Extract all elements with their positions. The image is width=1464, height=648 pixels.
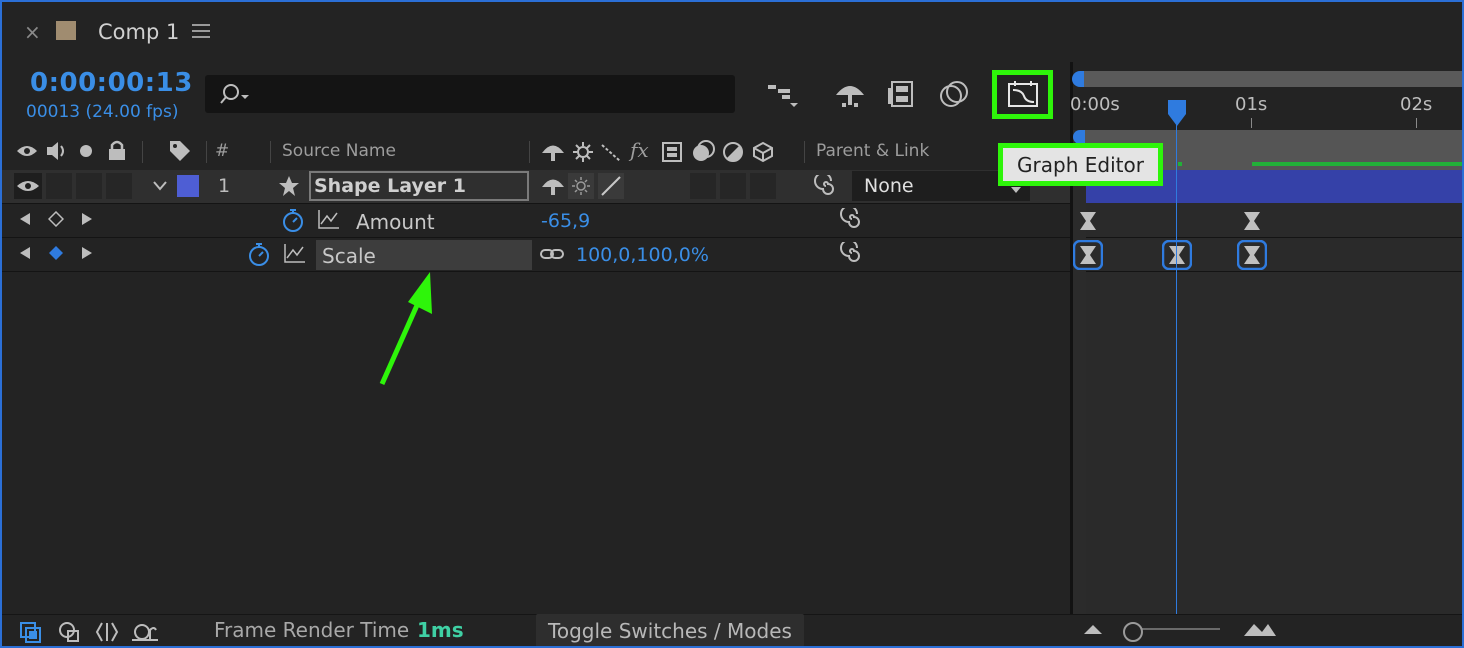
keyframe-active-icon[interactable] [48, 245, 64, 261]
scale-next-keyframe-icon[interactable] [80, 246, 94, 260]
in-out-pane-icon[interactable] [94, 620, 120, 644]
layer-visibility-toggle[interactable] [14, 173, 42, 199]
layer-number: 1 [218, 175, 231, 197]
property-value-scale[interactable]: 100,0,100,0% [576, 244, 709, 266]
property-name-scale[interactable]: Scale [322, 244, 376, 268]
layer-3d-switch[interactable] [750, 173, 776, 199]
constrain-proportions-icon[interactable] [539, 244, 565, 264]
search-input[interactable] [205, 75, 735, 113]
graph-editor-tooltip: Graph Editor [998, 143, 1163, 186]
effects-switch-label: fx [630, 138, 649, 162]
keyframe-scale-1[interactable] [1162, 240, 1192, 270]
chevron-down-icon[interactable] [152, 179, 168, 193]
work-area-bar[interactable] [1084, 71, 1462, 87]
collapse-switch-icon [573, 142, 593, 162]
add-keyframe-icon[interactable] [48, 211, 64, 227]
eye-icon [17, 181, 39, 191]
ruler-label-0: 0:00s [1070, 94, 1120, 115]
graph-editor-icon [1007, 80, 1038, 107]
keyframe-amount-1[interactable] [1242, 210, 1262, 232]
graph-icon[interactable] [317, 208, 341, 230]
frame-count-display: 00013 (24.00 fps) [26, 102, 179, 122]
label-tag-icon [170, 141, 190, 161]
layer-label-color[interactable] [177, 175, 199, 197]
audio-icon [47, 142, 64, 160]
layer-shy-switch-icon[interactable] [540, 175, 566, 197]
layer-audio-toggle[interactable] [46, 173, 72, 199]
work-area-start-handle[interactable] [1072, 71, 1084, 87]
pick-whip-icon[interactable] [814, 175, 838, 197]
transfer-controls-pane-icon[interactable] [57, 620, 83, 644]
quality-line-icon [601, 176, 621, 196]
zoom-slider-track[interactable] [1130, 628, 1220, 630]
amount-pick-whip-icon[interactable] [840, 208, 864, 230]
property-name-amount[interactable]: Amount [356, 210, 435, 234]
current-time-display[interactable]: 0:00:00:13 [30, 68, 193, 98]
zoom-in-icon[interactable] [1242, 620, 1278, 638]
adjustment-layer-icon [723, 142, 743, 162]
zoom-out-icon[interactable] [1082, 622, 1104, 636]
motion-blur-switch-icon [693, 140, 715, 161]
scale-pick-whip-icon[interactable] [840, 242, 864, 264]
scale-prev-keyframe-icon[interactable] [18, 246, 32, 260]
layer-motion-blur-switch[interactable] [690, 173, 716, 199]
column-header-source-name[interactable]: Source Name [282, 141, 396, 161]
prev-keyframe-icon[interactable] [18, 212, 32, 226]
panel-menu-icon[interactable] [192, 24, 210, 42]
keyframe-amount-0[interactable] [1078, 210, 1098, 232]
layer-lock-toggle[interactable] [106, 173, 132, 199]
frame-render-time-label: Frame Render Time [214, 618, 410, 642]
stopwatch-icon[interactable] [281, 207, 305, 233]
graph-editor-button[interactable] [992, 70, 1053, 119]
3d-layer-icon [753, 141, 773, 163]
draft-3d-icon[interactable] [763, 76, 801, 112]
panel-tab-bar [2, 2, 1462, 62]
ruler-label-1: 01s [1235, 94, 1268, 115]
layer-name[interactable]: Shape Layer 1 [314, 175, 466, 197]
solo-icon [80, 145, 92, 157]
motion-blur-icon[interactable] [935, 76, 973, 112]
layer-solo-toggle[interactable] [76, 173, 102, 199]
shy-switch-icon [542, 145, 564, 161]
layer-adjustment-switch[interactable] [720, 173, 746, 199]
keyframe-rows[interactable] [1086, 203, 1462, 614]
close-tab-button[interactable]: × [24, 20, 41, 44]
quality-switch-icon [601, 144, 621, 162]
frame-blending-icon[interactable] [883, 76, 921, 112]
layer-quality-switch[interactable] [598, 173, 624, 199]
keyframe-scale-2[interactable] [1237, 240, 1267, 270]
scale-stopwatch-icon[interactable] [247, 241, 271, 267]
scale-graph-icon[interactable] [283, 242, 307, 264]
column-header-number: # [215, 141, 230, 161]
current-time-indicator-line[interactable] [1176, 102, 1177, 614]
keyframe-scale-0[interactable] [1073, 240, 1103, 270]
column-header-parent[interactable]: Parent & Link [816, 141, 929, 161]
toggle-switches-modes-button[interactable]: Toggle Switches / Modes [536, 614, 804, 646]
ruler-label-2: 02s [1400, 94, 1433, 115]
frame-render-time-value: 1ms [417, 618, 464, 642]
next-keyframe-icon[interactable] [80, 212, 94, 226]
playhead-icon[interactable] [1166, 98, 1188, 128]
comp-color-swatch [56, 21, 76, 40]
timeline-panel: × Comp 1 0:00:00:13 00013 (24.00 fps) # … [0, 0, 1464, 648]
dropdown-arrow-icon [1011, 187, 1021, 193]
render-time-pane-icon[interactable] [130, 620, 160, 644]
video-eye-icon [17, 146, 37, 156]
lock-icon [109, 140, 125, 160]
search-icon [220, 84, 249, 104]
sun-icon [572, 177, 590, 195]
comp-tab-title[interactable]: Comp 1 [98, 20, 179, 44]
parent-dropdown-value: None [864, 175, 914, 197]
frame-blend-switch-icon [662, 142, 682, 162]
property-value-amount[interactable]: -65,9 [541, 210, 590, 232]
zoom-slider-thumb[interactable] [1123, 622, 1143, 642]
annotation-arrow [379, 272, 432, 386]
layer-switches-pane-icon[interactable] [18, 620, 44, 644]
layer-collapse-switch[interactable] [568, 173, 594, 199]
star-icon [279, 176, 299, 196]
shy-layers-icon[interactable] [831, 76, 869, 112]
